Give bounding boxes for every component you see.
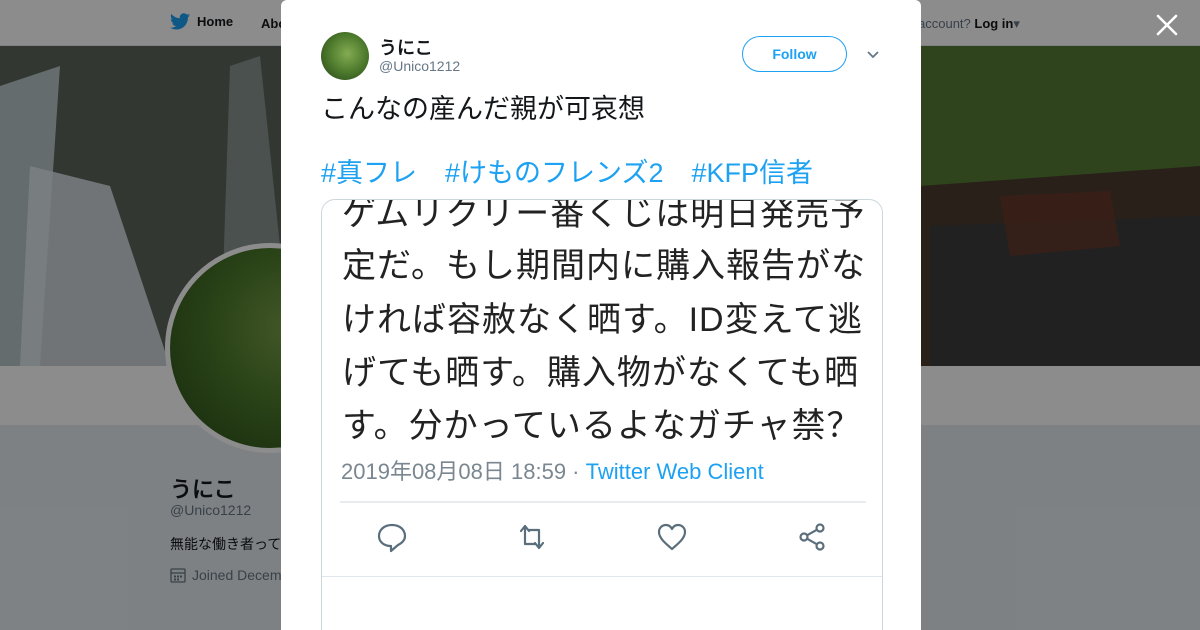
screenshot-bottom-divider	[322, 576, 882, 577]
hashtag-link[interactable]: #真フレ	[321, 155, 417, 191]
screenshot-text-line: 定だ。もし期間内に購入報告がな	[342, 247, 866, 285]
tweet-text: こんなの産んだ親が可哀想	[321, 94, 645, 124]
screenshot-date: 2019年08月08日 18:59 ·	[341, 459, 586, 484]
follow-button[interactable]: Follow	[742, 36, 847, 72]
share-icon	[799, 523, 825, 551]
retweet-icon	[519, 524, 545, 550]
hashtag-link[interactable]: #KFP信者	[692, 155, 814, 191]
tweet-modal: うにこ @Unico1212 Follow こんなの産んだ親が可哀想 #真フレ …	[281, 0, 921, 630]
screenshot-action-row	[322, 520, 882, 560]
screenshot-timestamp: 2019年08月08日 18:59 · Twitter Web Client	[341, 454, 764, 486]
tweet-menu-chevron-down-icon[interactable]	[865, 48, 881, 60]
tweet-hashtags: #真フレ #けものフレンズ2 #KFP信者	[321, 155, 813, 191]
screenshot-divider	[340, 501, 866, 503]
screenshot-text-line: す。分かっているよなガチャ禁？	[342, 407, 862, 445]
screenshot-text-line: ゲムリクリー番くじは明日発売予	[342, 199, 866, 233]
hashtag-link[interactable]: #けものフレンズ2	[445, 155, 664, 191]
tweet-author-avatar[interactable]	[321, 32, 369, 80]
close-icon[interactable]	[1153, 11, 1181, 39]
tweet-author-handle[interactable]: @Unico1212	[379, 58, 460, 74]
screenshot-text-line: げても晒す。購入物がなくても晒	[342, 354, 860, 392]
tweet-author-name[interactable]: うにこ	[379, 34, 433, 60]
screenshot-text-line: ければ容赦なく晒す。ID変えて逃	[342, 301, 863, 339]
screenshot-client: Twitter Web Client	[585, 459, 764, 484]
reply-icon	[377, 523, 407, 553]
tweet-media-image[interactable]: ゲムリクリー番くじは明日発売予 定だ。もし期間内に購入報告がな ければ容赦なく晒…	[321, 199, 883, 630]
like-icon	[657, 523, 687, 551]
